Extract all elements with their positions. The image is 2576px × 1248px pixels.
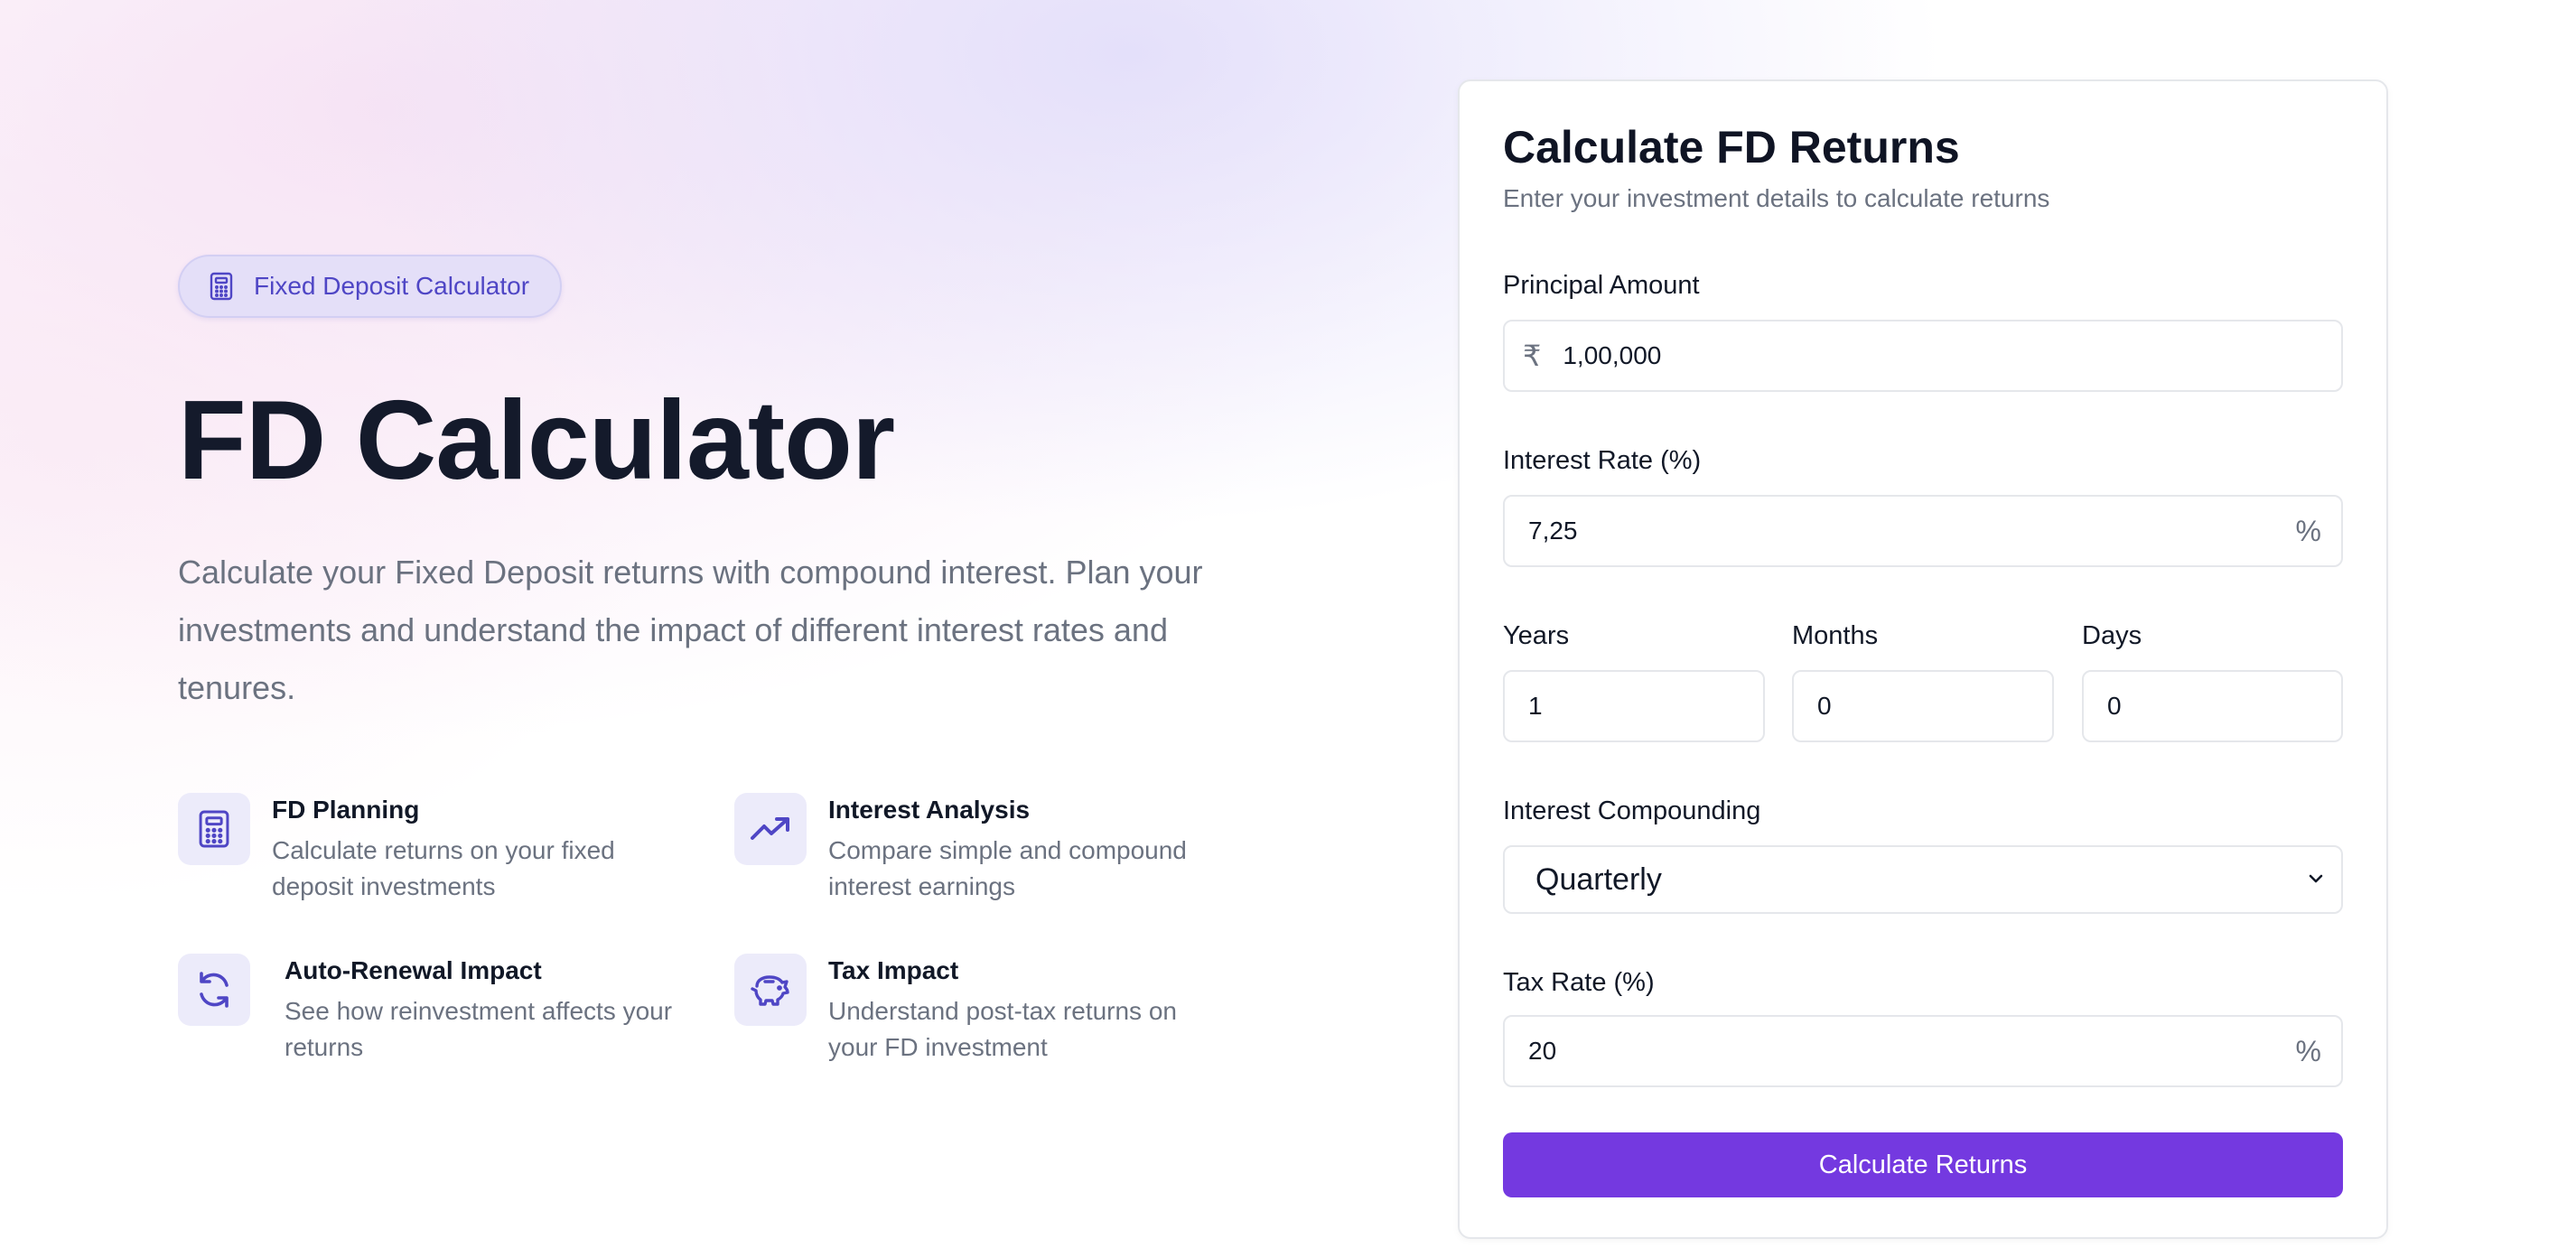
principal-label: Principal Amount xyxy=(1503,271,1700,300)
fd-calculator-form: Calculate FD Returns Enter your investme… xyxy=(1458,79,2388,1239)
form-title: Calculate FD Returns xyxy=(1503,122,1960,172)
hero-description: Calculate your Fixed Deposit returns wit… xyxy=(178,554,1203,706)
months-label: Months xyxy=(1792,621,1879,650)
months-value: 0 xyxy=(1817,692,1832,720)
interest-rate-value: 7,25 xyxy=(1528,517,1578,545)
feature-title: Tax Impact xyxy=(828,956,959,984)
percent-icon: % xyxy=(2295,1034,2321,1067)
interest-rate-input[interactable]: 7,25 % xyxy=(1503,495,2343,567)
tax-rate-label: Tax Rate (%) xyxy=(1503,968,1655,997)
tax-rate-input[interactable]: 20 % xyxy=(1503,1015,2343,1087)
tax-rate-value: 20 xyxy=(1528,1037,1557,1065)
compounding-value: Quarterly xyxy=(1535,861,1662,897)
days-value: 0 xyxy=(2107,692,2122,720)
feature-interest-analysis: Interest Analysis Compare simple and com… xyxy=(734,793,1217,905)
years-input[interactable]: 1 xyxy=(1503,670,1765,742)
principal-value: 1,00,000 xyxy=(1563,341,1662,369)
calculator-icon xyxy=(209,272,234,301)
calculator-icon xyxy=(178,793,250,865)
principal-input[interactable]: ₹ 1,00,000 xyxy=(1503,320,2343,392)
interest-rate-label: Interest Rate (%) xyxy=(1503,446,1702,475)
feature-description: Compare simple and compound interest ear… xyxy=(828,836,1187,900)
percent-icon: % xyxy=(2295,514,2321,547)
years-value: 1 xyxy=(1528,692,1543,720)
years-label: Years xyxy=(1503,621,1570,650)
feature-title: FD Planning xyxy=(272,796,420,824)
trending-up-icon xyxy=(734,793,807,865)
refresh-icon xyxy=(178,954,250,1026)
calculate-returns-button[interactable]: Calculate Returns xyxy=(1503,1132,2343,1197)
compounding-select[interactable]: Quarterly xyxy=(1503,845,2343,914)
feature-tax-impact: Tax Impact Understand post-tax returns o… xyxy=(734,954,1217,1066)
page-title: FD Calculator xyxy=(178,378,895,503)
months-input[interactable]: 0 xyxy=(1792,670,2054,742)
rupee-icon: ₹ xyxy=(1523,340,1542,372)
feature-description: Understand post-tax returns on your FD i… xyxy=(828,997,1177,1061)
feature-title: Auto-Renewal Impact xyxy=(285,956,542,984)
hero-section: Fixed Deposit Calculator FD Calculator C… xyxy=(178,255,1316,717)
feature-description: See how reinvestment affects your return… xyxy=(285,997,673,1061)
feature-title: Interest Analysis xyxy=(828,796,1031,824)
feature-description: Calculate returns on your fixed deposit … xyxy=(272,836,615,900)
calculator-badge: Fixed Deposit Calculator xyxy=(178,255,563,318)
chevron-down-icon xyxy=(2307,872,2325,889)
badge-label: Fixed Deposit Calculator xyxy=(254,272,530,300)
compounding-label: Interest Compounding xyxy=(1503,796,1761,825)
feature-fd-planning: FD Planning Calculate returns on your fi… xyxy=(178,793,660,905)
days-label: Days xyxy=(2082,621,2142,650)
feature-auto-renewal: Auto-Renewal Impact See how reinvestment… xyxy=(178,954,673,1066)
days-input[interactable]: 0 xyxy=(2082,670,2343,742)
piggy-bank-icon xyxy=(734,954,807,1026)
form-subtitle: Enter your investment details to calcula… xyxy=(1503,184,2050,212)
